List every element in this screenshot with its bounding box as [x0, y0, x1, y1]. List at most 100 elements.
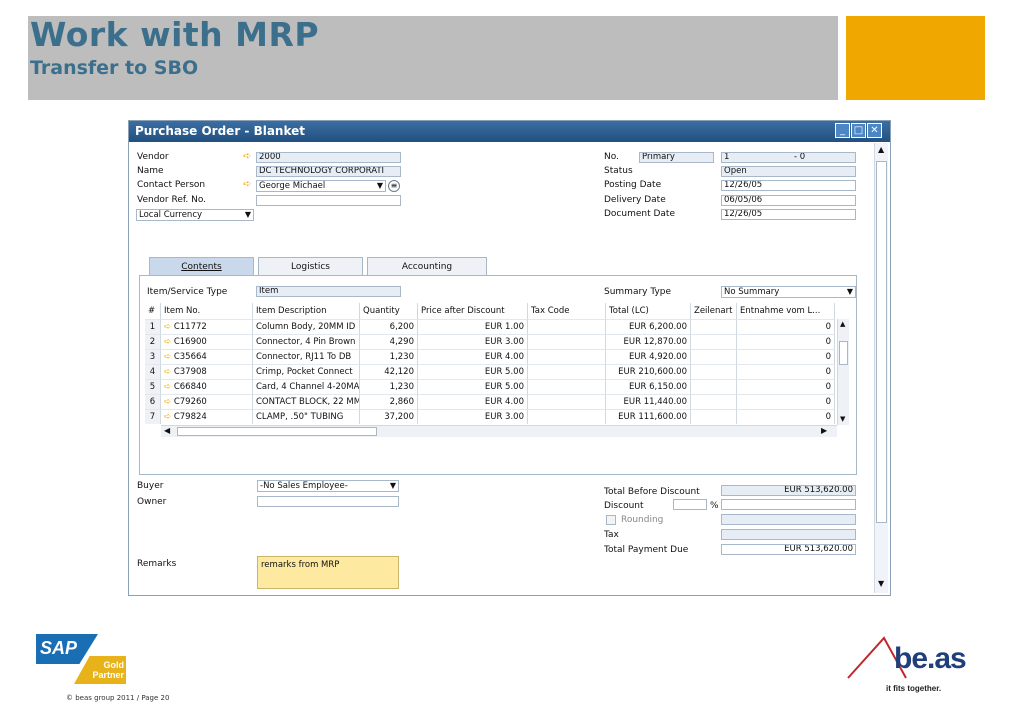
item-link-arrow-icon[interactable]: ➪ [164, 337, 174, 347]
tab-logistics[interactable]: Logistics [258, 257, 363, 276]
col-header-entnahme[interactable]: Entnahme vom L... [737, 303, 835, 319]
scroll-up-icon[interactable]: ▲ [840, 320, 845, 328]
vendor-field[interactable]: 2000 [256, 152, 401, 163]
table-cell-n[interactable]: 5 [145, 379, 161, 394]
table-cell-desc[interactable]: Connector, RJ11 To DB [253, 349, 360, 364]
table-cell-item[interactable]: ➪ C11772 [161, 319, 253, 334]
table-cell-tax[interactable] [528, 334, 606, 349]
item-link-arrow-icon[interactable]: ➪ [164, 352, 174, 362]
h-scroll-thumb[interactable] [177, 427, 377, 436]
scroll-left-icon[interactable]: ◀ [164, 426, 170, 435]
col-header-item-no[interactable]: Item No. [161, 303, 253, 319]
col-header-total-lc[interactable]: Total (LC) [606, 303, 691, 319]
table-cell-ent[interactable]: 0 [737, 409, 835, 424]
col-header-description[interactable]: Item Description [253, 303, 360, 319]
table-cell-qty[interactable]: 4,290 [360, 334, 418, 349]
table-cell-total[interactable]: EUR 6,200.00 [606, 319, 691, 334]
table-cell-tax[interactable] [528, 409, 606, 424]
discount-amount-field[interactable] [721, 499, 856, 510]
contact-link-arrow-icon[interactable]: ➪ [243, 180, 251, 190]
table-cell-ent[interactable]: 0 [737, 394, 835, 409]
table-cell-ent[interactable]: 0 [737, 379, 835, 394]
table-cell-price[interactable]: EUR 3.00 [418, 334, 528, 349]
document-date-field[interactable]: 12/26/05 [721, 209, 856, 220]
item-link-arrow-icon[interactable]: ➪ [164, 397, 174, 407]
table-cell-n[interactable]: 3 [145, 349, 161, 364]
table-cell-price[interactable]: EUR 4.00 [418, 349, 528, 364]
table-cell-tax[interactable] [528, 379, 606, 394]
table-cell-price[interactable]: EUR 3.00 [418, 409, 528, 424]
table-cell-ent[interactable]: 0 [737, 349, 835, 364]
table-cell-n[interactable]: 2 [145, 334, 161, 349]
table-cell-zeil[interactable] [691, 319, 737, 334]
maximize-button[interactable]: □ [851, 123, 866, 138]
table-cell-ent[interactable]: 0 [737, 334, 835, 349]
table-cell-zeil[interactable] [691, 409, 737, 424]
table-cell-price[interactable]: EUR 5.00 [418, 364, 528, 379]
col-header-row-number[interactable]: # [145, 303, 161, 319]
table-cell-item[interactable]: ➪ C66840 [161, 379, 253, 394]
table-cell-n[interactable]: 1 [145, 319, 161, 334]
doc-number-field[interactable]: 1 - 0 [721, 152, 856, 163]
table-cell-item[interactable]: ➪ C16900 [161, 334, 253, 349]
table-cell-tax[interactable] [528, 364, 606, 379]
table-cell-item[interactable]: ➪ C37908 [161, 364, 253, 379]
table-cell-n[interactable]: 6 [145, 394, 161, 409]
table-cell-item[interactable]: ➪ C79824 [161, 409, 253, 424]
table-cell-price[interactable]: EUR 4.00 [418, 394, 528, 409]
table-cell-zeil[interactable] [691, 379, 737, 394]
table-cell-total[interactable]: EUR 111,600.00 [606, 409, 691, 424]
scroll-thumb[interactable] [839, 341, 848, 365]
table-cell-price[interactable]: EUR 1.00 [418, 319, 528, 334]
rounding-checkbox[interactable] [606, 515, 616, 525]
table-cell-desc[interactable]: Column Body, 20MM ID [253, 319, 360, 334]
owner-field[interactable] [257, 496, 399, 507]
scroll-up-icon[interactable]: ▲ [878, 145, 884, 154]
table-cell-total[interactable]: EUR 4,920.00 [606, 349, 691, 364]
name-field[interactable]: DC TECHNOLOGY CORPORATI [256, 166, 401, 177]
table-cell-total[interactable]: EUR 11,440.00 [606, 394, 691, 409]
contact-details-icon[interactable]: ≡ [388, 180, 400, 192]
table-cell-tax[interactable] [528, 394, 606, 409]
table-cell-zeil[interactable] [691, 334, 737, 349]
table-cell-qty[interactable]: 1,230 [360, 349, 418, 364]
table-cell-total[interactable]: EUR 6,150.00 [606, 379, 691, 394]
contact-person-select[interactable]: George Michael ▼ [256, 180, 386, 192]
table-cell-zeil[interactable] [691, 364, 737, 379]
window-scroll-thumb[interactable] [876, 161, 887, 523]
series-field[interactable]: Primary [639, 152, 714, 163]
table-cell-qty[interactable]: 1,230 [360, 379, 418, 394]
minimize-button[interactable]: _ [835, 123, 850, 138]
tab-contents[interactable]: Contents [149, 257, 254, 276]
table-cell-n[interactable]: 4 [145, 364, 161, 379]
table-cell-tax[interactable] [528, 349, 606, 364]
window-titlebar[interactable]: Purchase Order - Blanket _ □ ✕ [129, 121, 890, 142]
table-cell-total[interactable]: EUR 210,600.00 [606, 364, 691, 379]
delivery-date-field[interactable]: 06/05/06 [721, 195, 856, 206]
discount-percent-field[interactable] [673, 499, 707, 510]
table-cell-total[interactable]: EUR 12,870.00 [606, 334, 691, 349]
summary-type-select[interactable]: No Summary ▼ [721, 286, 856, 298]
col-header-quantity[interactable]: Quantity [360, 303, 418, 319]
table-cell-desc[interactable]: CONTACT BLOCK, 22 MM [253, 394, 360, 409]
item-link-arrow-icon[interactable]: ➪ [164, 412, 174, 422]
scroll-right-icon[interactable]: ▶ [821, 426, 827, 435]
table-cell-qty[interactable]: 37,200 [360, 409, 418, 424]
table-cell-tax[interactable] [528, 319, 606, 334]
table-cell-zeil[interactable] [691, 349, 737, 364]
col-header-price[interactable]: Price after Discount [418, 303, 528, 319]
posting-date-field[interactable]: 12/26/05 [721, 180, 856, 191]
item-link-arrow-icon[interactable]: ➪ [164, 322, 174, 332]
scroll-down-icon[interactable]: ▼ [878, 579, 884, 588]
col-header-zeilenart[interactable]: Zeilenart [691, 303, 737, 319]
window-vertical-scrollbar[interactable]: ▲ ▼ [874, 143, 888, 593]
table-cell-n[interactable]: 7 [145, 409, 161, 424]
grid-horizontal-scrollbar[interactable]: ◀ ▶ [161, 425, 837, 437]
item-type-field[interactable]: Item [256, 286, 401, 297]
vendor-link-arrow-icon[interactable]: ➪ [243, 152, 251, 162]
table-cell-ent[interactable]: 0 [737, 319, 835, 334]
item-link-arrow-icon[interactable]: ➪ [164, 367, 174, 377]
table-cell-desc[interactable]: CLAMP, .50" TUBING [253, 409, 360, 424]
currency-select[interactable]: Local Currency ▼ [136, 209, 254, 221]
table-cell-price[interactable]: EUR 5.00 [418, 379, 528, 394]
